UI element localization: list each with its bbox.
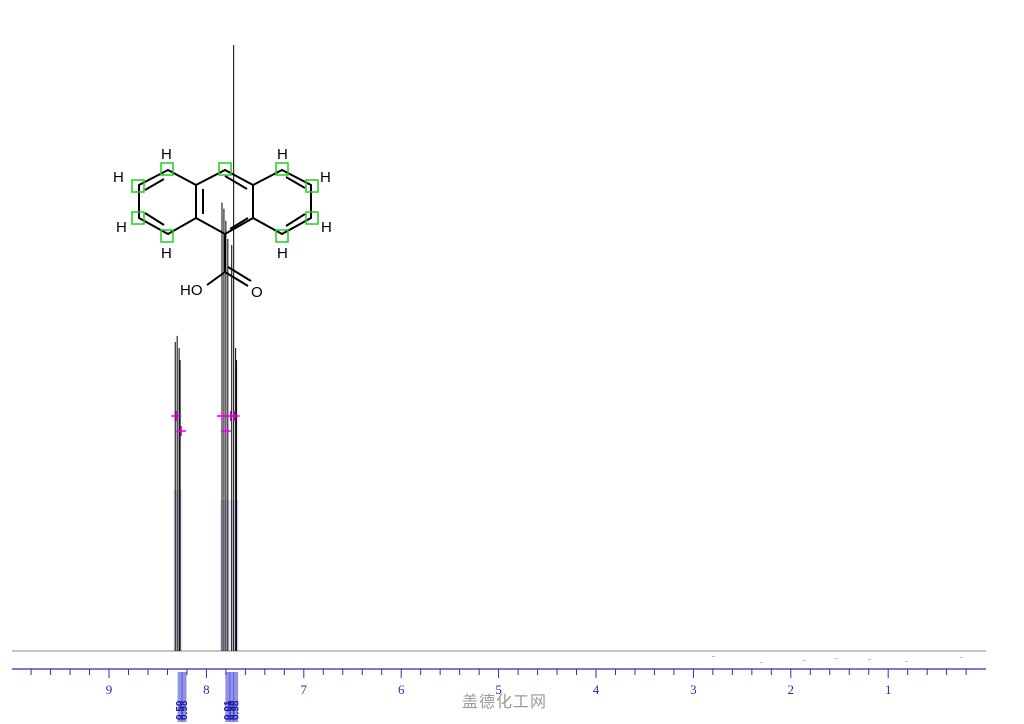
atom-h: H [161, 146, 172, 163]
baseline-layer [12, 650, 986, 663]
baseline-noise [712, 656, 715, 657]
atom-h: H [161, 245, 172, 262]
integral-label-layer: 0.500.98 0.010.980.98 [175, 700, 242, 720]
atom-h: H [277, 146, 288, 163]
baseline-noise [905, 661, 908, 662]
x-axis-tick-label: 7 [301, 682, 308, 697]
watermark: 盖德化工网 [462, 692, 548, 711]
baseline-noise [803, 660, 806, 661]
atom-oxygen: O [251, 284, 263, 301]
atom-h: H [321, 219, 332, 236]
x-axis-tick-label: 2 [788, 682, 795, 697]
x-axis-tick-label: 1 [885, 682, 892, 697]
baseline-noise [868, 659, 871, 660]
baseline-noise [835, 658, 838, 659]
integral-value: 0.98 [179, 700, 190, 720]
atom-hydroxyl: HO [180, 282, 203, 299]
atom-h: H [277, 245, 288, 262]
peak-marker-layer [171, 411, 240, 436]
peak-layer [174, 45, 238, 651]
x-axis-tick-label: 6 [398, 682, 405, 697]
x-axis-tick-label: 3 [690, 682, 697, 697]
baseline-noise [960, 657, 963, 658]
atom-h: H [116, 219, 127, 236]
x-axis-tick-label: 4 [593, 682, 600, 697]
x-axis-tick-label: 9 [106, 682, 113, 697]
baseline-noise [760, 662, 763, 663]
integral-value: 0.98 [231, 700, 242, 720]
atom-h: H [113, 169, 124, 186]
atom-h: H [320, 169, 331, 186]
x-axis-tick-label: 8 [203, 682, 210, 697]
molecular-structure [138, 168, 312, 287]
nmr-spectrum: 987654321 0.500.98 0.010.980.98 H H H H … [12, 45, 986, 722]
